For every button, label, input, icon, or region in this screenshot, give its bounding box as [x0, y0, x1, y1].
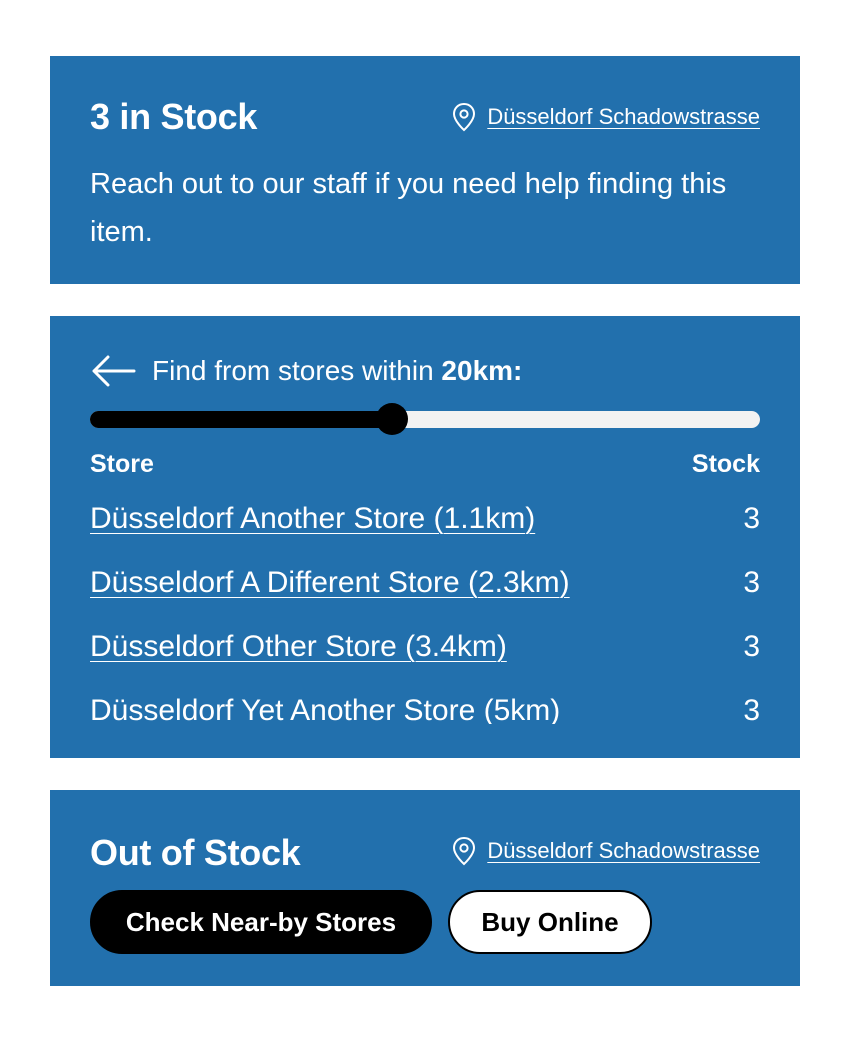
table-row: Düsseldorf Yet Another Store (5km) 3 [90, 694, 760, 724]
slider-fill [90, 411, 392, 428]
store-link[interactable]: Düsseldorf Other Store (3.4km) [90, 630, 507, 664]
find-label-text: Find from stores within 20km: [152, 355, 522, 387]
table-row: Düsseldorf Other Store (3.4km) 3 [90, 630, 760, 694]
out-of-stock-panel: Out of Stock Düsseldorf Schadowstrasse C… [50, 790, 800, 986]
store-location-link[interactable]: Düsseldorf Schadowstrasse [487, 838, 760, 864]
column-header-store: Store [90, 450, 154, 478]
stock-count: 3 [743, 566, 760, 599]
store-link[interactable]: Düsseldorf Yet Another Store (5km) [90, 694, 560, 724]
store-link[interactable]: Düsseldorf A Different Store (2.3km) [90, 566, 570, 600]
stock-status-title: Out of Stock [90, 832, 301, 873]
table-row: Düsseldorf A Different Store (2.3km) 3 [90, 566, 760, 630]
radius-slider[interactable] [90, 403, 760, 435]
table-row: Düsseldorf Another Store (1.1km) 3 [90, 502, 760, 566]
store-list[interactable]: Düsseldorf Another Store (1.1km) 3 Düsse… [90, 502, 760, 724]
store-location[interactable]: Düsseldorf Schadowstrasse [451, 102, 760, 132]
store-location[interactable]: Düsseldorf Schadowstrasse [451, 836, 760, 866]
map-pin-icon [451, 836, 477, 866]
stock-count: 3 [743, 502, 760, 535]
stock-count: 3 [743, 694, 760, 724]
radius-value: 20km: [441, 355, 523, 386]
find-label: Find from stores within [152, 355, 434, 386]
table-header: Store Stock [90, 450, 760, 479]
nearby-stores-panel: Find from stores within 20km: Store Stoc… [50, 316, 800, 758]
store-link[interactable]: Düsseldorf Another Store (1.1km) [90, 502, 535, 536]
action-buttons: Check Near-by Stores Buy Online [90, 890, 652, 954]
arrow-left-icon[interactable] [90, 354, 136, 388]
stock-count: 3 [743, 630, 760, 663]
help-text: Reach out to our staff if you need help … [90, 168, 727, 248]
check-nearby-stores-button[interactable]: Check Near-by Stores [90, 890, 432, 954]
stock-status-title: 3 in Stock [90, 96, 258, 137]
column-header-stock: Stock [691, 450, 760, 478]
store-location-link[interactable]: Düsseldorf Schadowstrasse [487, 104, 760, 130]
in-stock-panel: 3 in Stock Düsseldorf Schadowstrasse Rea… [50, 56, 800, 284]
find-radius-row: Find from stores within 20km: [90, 354, 522, 388]
map-pin-icon [451, 102, 477, 132]
slider-thumb[interactable] [375, 403, 408, 435]
buy-online-button[interactable]: Buy Online [448, 890, 652, 954]
